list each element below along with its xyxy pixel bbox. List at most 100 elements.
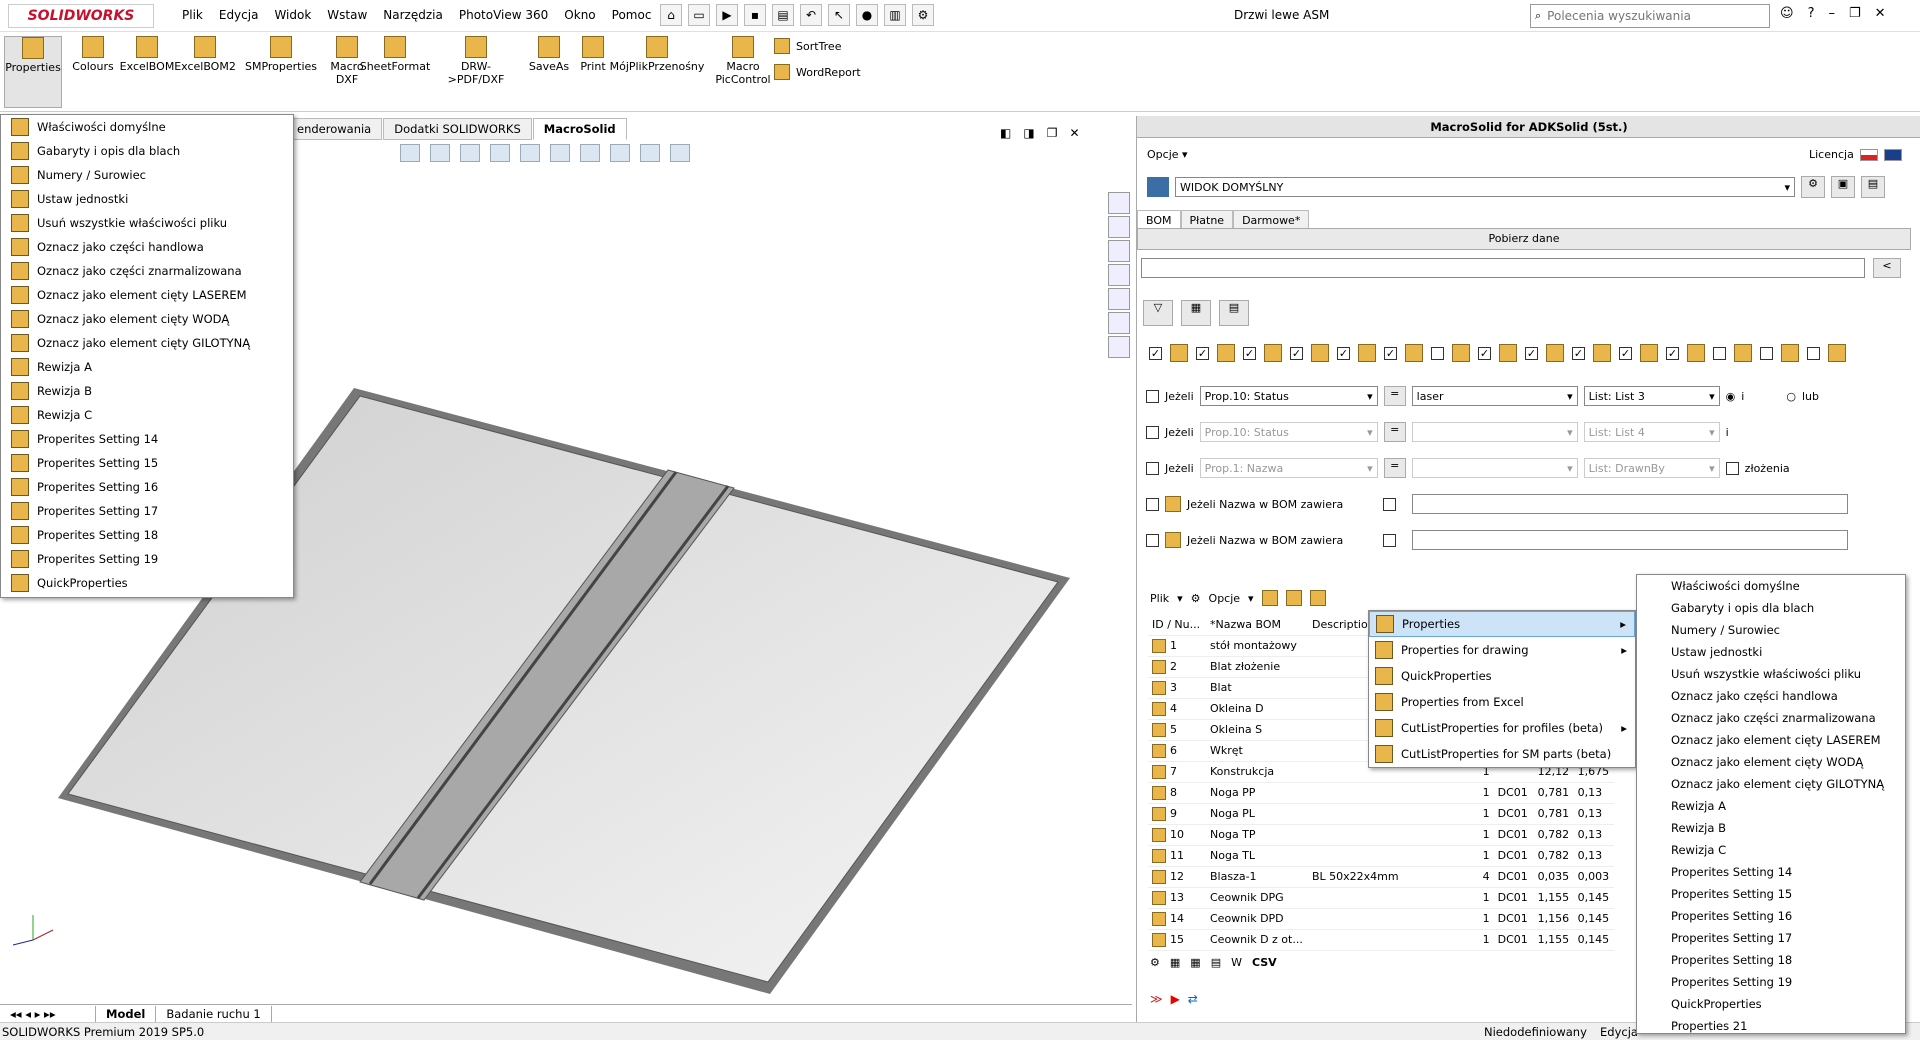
polish-flag-icon[interactable] <box>1859 148 1878 161</box>
file-properties-icon[interactable]: ▥ <box>884 4 906 26</box>
submenu-item[interactable]: Properites Setting 18 <box>1637 949 1905 971</box>
submenu-item[interactable]: Gabaryty i opis dla blach <box>1637 597 1905 619</box>
name-filter-option-checkbox[interactable] <box>1383 533 1396 547</box>
assembly-checkbox[interactable] <box>1725 461 1739 475</box>
menu-option[interactable]: Właściwości domyślne <box>1 115 293 139</box>
appearance-icon[interactable] <box>610 144 630 162</box>
submenu-item[interactable]: Oznacz jako element cięty GILOTYNĄ <box>1637 773 1905 795</box>
home-icon[interactable]: ⌂ <box>660 4 682 26</box>
csv-button[interactable]: CSV <box>1252 956 1277 969</box>
submenu-item[interactable]: Properites Setting 15 <box>1637 883 1905 905</box>
display-style-icon[interactable] <box>550 144 570 162</box>
view-combo[interactable]: WIDOK DOMYŚLNY ▾ <box>1175 177 1795 197</box>
minimize-icon[interactable]: – <box>1828 6 1835 21</box>
menu-option[interactable]: Rewizja A <box>1 355 293 379</box>
menu-option[interactable]: Usuń wszystkie właściwości pliku <box>1 211 293 235</box>
view-load-icon[interactable]: ▤ <box>1861 176 1885 198</box>
menu-option[interactable]: Properites Setting 16 <box>1 475 293 499</box>
command-tab[interactable]: enderowania <box>286 118 383 140</box>
type-filter-checkbox[interactable] <box>1243 346 1256 360</box>
type-filter-checkbox[interactable] <box>1807 346 1820 360</box>
ribbon-button[interactable]: Macro PicControl <box>714 36 772 86</box>
options-gear-icon[interactable]: ⚙ <box>1191 592 1201 605</box>
submenu-item[interactable]: Numery / Surowiec <box>1637 619 1905 641</box>
palette-icon[interactable] <box>1108 264 1130 286</box>
bom-options-menu[interactable]: Opcje <box>1209 592 1241 605</box>
close-icon[interactable]: ✕ <box>1875 6 1886 21</box>
ribbon-button[interactable]: SheetFormat <box>360 36 430 73</box>
collapse-right-icon[interactable]: ◨ <box>1023 126 1034 140</box>
filter-property-combo[interactable]: Prop.1: Nazwa ▾ <box>1199 458 1378 478</box>
options-gear-icon[interactable]: ⚙ <box>912 4 934 26</box>
menu-option[interactable]: Rewizja B <box>1 379 293 403</box>
menu-option[interactable]: Ustaw jednostki <box>1 187 293 211</box>
menu-item[interactable]: Widok <box>274 8 311 22</box>
menu-option[interactable]: Properites Setting 19 <box>1 547 293 571</box>
columns-icon[interactable] <box>1261 590 1278 606</box>
view-save-icon[interactable]: ▣ <box>1831 176 1855 198</box>
menu-option[interactable]: Gabaryty i opis dla blach <box>1 139 293 163</box>
hide-show-icon[interactable] <box>580 144 600 162</box>
type-filter-checkbox[interactable] <box>1572 346 1585 360</box>
youtube-icon[interactable]: ▶ <box>1171 992 1180 1006</box>
new-file-icon[interactable]: ▭ <box>688 4 710 26</box>
command-tab[interactable]: MacroSolid <box>532 118 627 140</box>
excel-icon[interactable]: ▦ <box>1170 956 1180 969</box>
help-icon[interactable]: ? <box>1808 6 1815 21</box>
user-icon[interactable]: ☺ <box>1780 6 1794 21</box>
popup-menu-item[interactable]: Properties ▸ <box>1369 611 1635 637</box>
filter-property-combo[interactable]: Prop.10: Status ▾ <box>1199 422 1378 442</box>
ribbon-button[interactable]: Colours <box>64 36 122 73</box>
type-filter-checkbox[interactable] <box>1196 346 1209 360</box>
menu-option[interactable]: Properites Setting 17 <box>1 499 293 523</box>
table-row[interactable]: 10 Noga TP 1 DC01 0,782 0,13 <box>1148 824 1614 846</box>
type-filter-checkbox[interactable] <box>1525 346 1538 360</box>
popup-menu-item[interactable]: Properties from Excel <box>1369 689 1635 715</box>
view-orientation-icon[interactable] <box>520 144 540 162</box>
filter-property-combo[interactable]: Prop.10: Status ▾ <box>1199 386 1378 406</box>
submenu-item[interactable]: Oznacz jako części znarmalizowana <box>1637 707 1905 729</box>
table-row[interactable]: 8 Noga PP 1 DC01 0,781 0,13 <box>1148 782 1614 804</box>
search-input[interactable] <box>1547 9 1728 23</box>
submenu-item[interactable]: Oznacz jako części handlowa <box>1637 685 1905 707</box>
filter-text-input[interactable] <box>1141 258 1865 278</box>
filter-list-combo[interactable]: List: DrawnBy ▾ <box>1583 458 1720 478</box>
ribbon-small-button[interactable]: SortTree <box>774 38 861 54</box>
popup-menu-item[interactable]: Properties for drawing ▸ <box>1369 637 1635 663</box>
submenu-item[interactable]: Properites Setting 17 <box>1637 927 1905 949</box>
type-filter-checkbox[interactable] <box>1290 346 1303 360</box>
fetch-data-button[interactable]: Pobierz dane <box>1137 228 1911 250</box>
type-filter-checkbox[interactable] <box>1713 346 1726 360</box>
filter-icon[interactable]: ▽ <box>1143 300 1173 326</box>
name-filter-checkbox[interactable] <box>1146 497 1159 511</box>
menu-option[interactable]: QuickProperties <box>1 571 293 595</box>
home-pane-icon[interactable] <box>1108 192 1130 214</box>
solidworks-logo[interactable]: SOLIDWORKS <box>8 4 154 28</box>
type-filter-checkbox[interactable] <box>1619 346 1632 360</box>
excel-bom-icon[interactable]: ▦ <box>1190 956 1200 969</box>
view-settings-icon[interactable] <box>670 144 690 162</box>
english-flag-icon[interactable] <box>1883 148 1902 161</box>
name-filter-input[interactable] <box>1412 530 1848 550</box>
type-filter-checkbox[interactable] <box>1666 346 1679 360</box>
submenu-item[interactable]: Properites Setting 14 <box>1637 861 1905 883</box>
section-view-icon[interactable] <box>490 144 510 162</box>
scene-icon[interactable] <box>640 144 660 162</box>
previous-view-icon[interactable] <box>460 144 480 162</box>
properties-view-icon[interactable]: ▤ <box>1219 300 1249 326</box>
view-settings-gear-icon[interactable]: ⚙ <box>1801 176 1825 198</box>
submenu-item[interactable]: Rewizja A <box>1637 795 1905 817</box>
menu-option[interactable]: Oznacz jako element cięty GILOTYNĄ <box>1 331 293 355</box>
filter-list-combo[interactable]: List: List 4 ▾ <box>1583 422 1720 442</box>
menu-option[interactable]: Properites Setting 18 <box>1 523 293 547</box>
save-icon[interactable]: ▪ <box>744 4 766 26</box>
name-filter-checkbox[interactable] <box>1146 533 1159 547</box>
ribbon-small-button[interactable]: WordReport <box>774 64 861 80</box>
submenu-item[interactable]: Ustaw jednostki <box>1637 641 1905 663</box>
macrosolid-logo-icon[interactable]: ≫ <box>1150 992 1163 1006</box>
type-filter-checkbox[interactable] <box>1431 346 1444 360</box>
file-explorer-icon[interactable] <box>1108 240 1130 262</box>
type-filter-checkbox[interactable] <box>1149 346 1162 360</box>
table-row[interactable]: 14 Ceownik DPD 1 DC01 1,156 0,145 <box>1148 908 1614 930</box>
submenu-item[interactable]: Rewizja B <box>1637 817 1905 839</box>
